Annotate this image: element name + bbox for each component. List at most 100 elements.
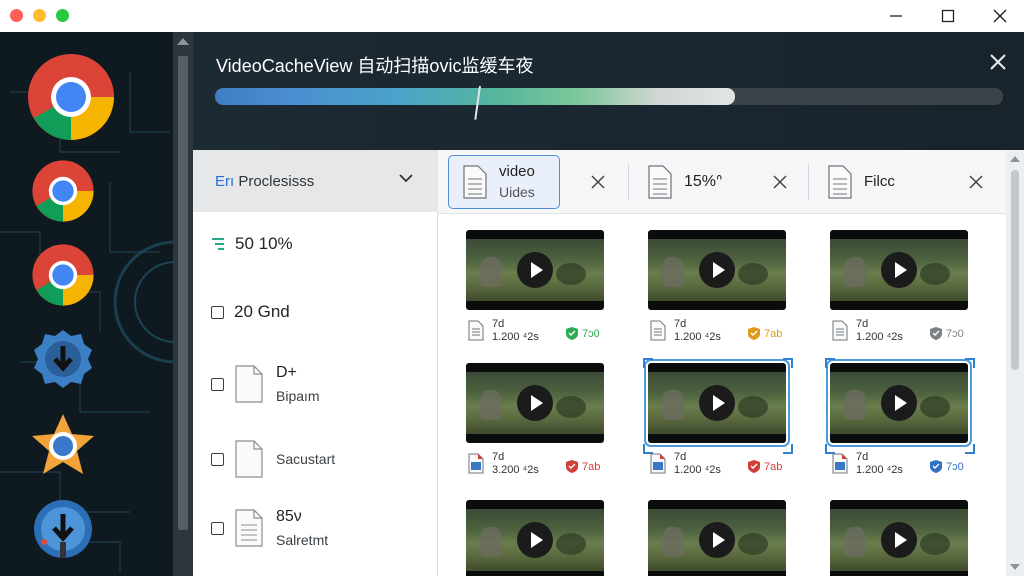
filter-item-size[interactable]: 20 Gnd xyxy=(193,302,438,322)
badge-label: 7ab xyxy=(764,461,783,473)
chrome-icon[interactable] xyxy=(26,52,116,142)
shield-badge-icon xyxy=(930,327,942,340)
zoom-dot[interactable] xyxy=(56,9,69,22)
selection-handle[interactable] xyxy=(643,358,653,368)
chrome-icon[interactable] xyxy=(31,159,95,223)
video-duration: 7d xyxy=(674,318,687,330)
star-browser-icon[interactable] xyxy=(28,412,98,480)
scroll-up-arrow-icon[interactable] xyxy=(1010,156,1020,162)
video-meta: 7d 1.200 ⁴2s 7ɔ0 xyxy=(830,449,970,483)
video-card[interactable] xyxy=(648,500,788,576)
app-header: VideoCacheView 自动扫描ovic监缓车夜 xyxy=(193,32,1024,150)
checkbox[interactable] xyxy=(211,452,224,466)
play-icon[interactable] xyxy=(699,522,735,558)
maximize-button[interactable] xyxy=(930,4,966,28)
video-card[interactable]: 7d 1.200 ⁴2s 7ɔ0 xyxy=(825,358,975,483)
play-icon[interactable] xyxy=(699,385,735,421)
selection-handle[interactable] xyxy=(783,358,793,368)
minimize-icon xyxy=(890,15,902,17)
video-size: 1.200 ⁴2s xyxy=(674,331,721,343)
grid-scrollbar[interactable] xyxy=(1006,150,1024,576)
scroll-up-arrow-icon[interactable] xyxy=(177,38,189,45)
video-card[interactable]: 7d 1.200 ⁴2s 7ɔ0 xyxy=(830,230,970,350)
checkbox[interactable] xyxy=(211,305,224,319)
image-file-icon xyxy=(468,453,484,474)
close-tab-icon[interactable] xyxy=(590,174,606,190)
video-card[interactable]: 7d 3.200 ⁴2s 7ab xyxy=(466,363,606,483)
play-icon[interactable] xyxy=(517,252,553,288)
video-duration: 7d xyxy=(856,318,869,330)
video-thumbnail[interactable] xyxy=(466,500,604,576)
checkbox[interactable] xyxy=(211,521,224,535)
tab-video[interactable]: video Uides xyxy=(448,155,560,209)
chrome-icon[interactable] xyxy=(31,243,95,307)
video-duration: 7d xyxy=(856,451,869,463)
filter-panel: Erı Proclesisss 50 10% 20 Gnd D+ Bipaım xyxy=(193,150,438,576)
video-card[interactable]: 7d 1.200 ⁴2s 7ab xyxy=(643,358,793,483)
tab-percent[interactable]: 15%ᐢ xyxy=(648,155,722,209)
download-gear-icon[interactable] xyxy=(32,328,94,390)
video-thumbnail[interactable] xyxy=(644,359,790,447)
close-dot[interactable] xyxy=(10,9,23,22)
play-icon[interactable] xyxy=(517,385,553,421)
filter-item-text: 20 Gnd xyxy=(234,302,290,321)
dock-scrollbar-thumb[interactable] xyxy=(178,56,188,530)
shield-badge-icon xyxy=(566,327,578,340)
close-tab-icon[interactable] xyxy=(772,174,788,190)
app-dock xyxy=(0,32,193,576)
tab-separator xyxy=(628,164,629,200)
video-size: 1.200 ⁴2s xyxy=(856,331,903,343)
minimize-dot[interactable] xyxy=(33,9,46,22)
video-meta: 7d 1.200 ⁴2s 7ɔ0 xyxy=(830,316,970,350)
text-document-icon xyxy=(235,509,263,547)
video-card[interactable] xyxy=(466,500,606,576)
filter-item-sacustart[interactable]: Sacustart xyxy=(193,440,438,478)
text-document-icon xyxy=(463,165,487,199)
close-icon[interactable] xyxy=(988,52,1008,72)
filter-item-salretmt[interactable]: 85ν Salretmt xyxy=(193,508,438,548)
filter-item-bipaim[interactable]: D+ Bipaım xyxy=(193,364,438,404)
play-icon[interactable] xyxy=(517,522,553,558)
minimize-button[interactable] xyxy=(878,4,914,28)
video-thumbnail[interactable] xyxy=(826,359,972,447)
video-meta: 7d 1.200 ⁴2s 7ab xyxy=(648,449,788,483)
badge-label: 7ɔ0 xyxy=(582,328,600,340)
video-thumbnail[interactable] xyxy=(466,363,604,443)
video-duration: 7d xyxy=(492,451,505,463)
badge-label: 7ab xyxy=(764,328,783,340)
badge-label: 7ab xyxy=(582,461,601,473)
play-icon[interactable] xyxy=(699,252,735,288)
video-grid: 7d 1.200 ⁴2s 7ɔ0 7d 1.200 ⁴2s 7ab 7d 1.200 ⁴2s 7… xyxy=(438,214,1006,576)
selection-handle[interactable] xyxy=(965,358,975,368)
grid-scrollbar-thumb[interactable] xyxy=(1011,170,1019,370)
dock-scrollbar[interactable] xyxy=(173,32,193,576)
video-thumbnail[interactable] xyxy=(648,230,786,310)
video-size: 1.200 ⁴2s xyxy=(856,464,903,476)
filter-item-percent[interactable]: 50 10% xyxy=(193,234,438,254)
play-icon[interactable] xyxy=(881,252,917,288)
tab-files[interactable]: Filcc xyxy=(828,155,895,209)
play-icon[interactable] xyxy=(881,385,917,421)
filter-item-text: D+ Bipaım xyxy=(276,364,320,404)
checkbox[interactable] xyxy=(211,377,224,391)
video-thumbnail[interactable] xyxy=(830,230,968,310)
selection-handle[interactable] xyxy=(825,358,835,368)
globe-download-icon[interactable] xyxy=(32,498,94,560)
close-icon xyxy=(993,9,1007,23)
video-thumbnail[interactable] xyxy=(830,500,968,576)
play-icon[interactable] xyxy=(881,522,917,558)
tab-separator xyxy=(808,164,809,200)
video-card[interactable] xyxy=(830,500,970,576)
video-thumbnail[interactable] xyxy=(466,230,604,310)
dropdown-label: Erı Proclesisss xyxy=(215,172,315,190)
close-window-button[interactable] xyxy=(982,4,1018,28)
video-card[interactable]: 7d 1.200 ⁴2s 7ab xyxy=(648,230,788,350)
tab-bar: video Uides 15%ᐢ Filcc xyxy=(438,150,1006,214)
close-tab-icon[interactable] xyxy=(968,174,984,190)
scan-progress-bar xyxy=(215,88,1003,105)
process-dropdown[interactable]: Erı Proclesisss xyxy=(193,150,438,212)
tab-label: Filcc xyxy=(864,173,895,190)
video-thumbnail[interactable] xyxy=(648,500,786,576)
video-card[interactable]: 7d 1.200 ⁴2s 7ɔ0 xyxy=(466,230,606,350)
scroll-down-arrow-icon[interactable] xyxy=(1010,564,1020,570)
